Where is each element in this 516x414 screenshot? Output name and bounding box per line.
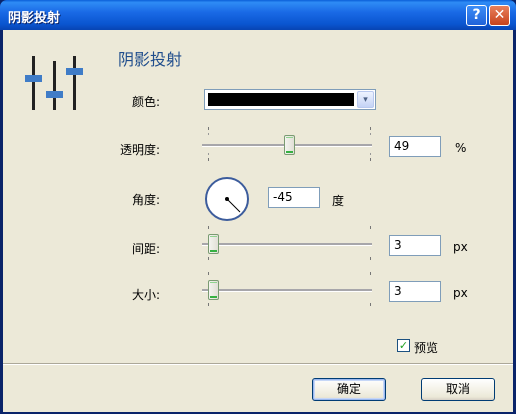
preview-checkbox[interactable]: ✓ (397, 339, 410, 352)
window-title: 阴影投射 (8, 11, 61, 26)
dialog-window: 阴影投射 ? ✕ 阴影投射 颜色: ▾ 透明度: 49 % 角度: -45 度 … (0, 0, 516, 414)
angle-dial[interactable] (205, 177, 249, 221)
size-slider-thumb[interactable] (208, 280, 219, 300)
ok-button[interactable]: 确定 (312, 378, 386, 401)
preview-label[interactable]: 预览 (414, 339, 438, 356)
close-button[interactable]: ✕ (489, 5, 510, 26)
color-picker[interactable]: ▾ (204, 89, 376, 110)
chevron-down-icon[interactable]: ▾ (357, 91, 374, 108)
size-slider[interactable] (202, 272, 374, 306)
distance-slider[interactable] (202, 226, 374, 260)
opacity-input[interactable]: 49 (389, 136, 441, 157)
opacity-slider[interactable] (202, 127, 374, 161)
size-unit: px (453, 286, 468, 300)
help-button[interactable]: ? (466, 5, 487, 26)
title-bar[interactable]: 阴影投射 ? ✕ (0, 0, 516, 30)
opacity-label: 透明度: (119, 143, 160, 157)
opacity-slider-thumb[interactable] (284, 135, 295, 155)
panel-heading: 阴影投射 (118, 50, 183, 69)
angle-unit: 度 (332, 194, 345, 208)
size-label: 大小: (131, 288, 160, 302)
distance-slider-thumb[interactable] (208, 234, 219, 254)
dialog-body: 阴影投射 颜色: ▾ 透明度: 49 % 角度: -45 度 间距: 3 px … (3, 30, 513, 412)
color-label: 颜色: (131, 95, 160, 109)
distance-unit: px (453, 240, 468, 254)
color-swatch (208, 93, 354, 106)
size-input[interactable]: 3 (389, 281, 441, 302)
angle-input[interactable]: -45 (268, 187, 320, 208)
angle-label: 角度: (131, 193, 160, 207)
opacity-unit: % (455, 141, 467, 155)
cancel-button[interactable]: 取消 (421, 378, 495, 401)
distance-input[interactable]: 3 (389, 235, 441, 256)
distance-label: 间距: (131, 242, 160, 256)
adjust-sliders-icon (25, 56, 83, 110)
